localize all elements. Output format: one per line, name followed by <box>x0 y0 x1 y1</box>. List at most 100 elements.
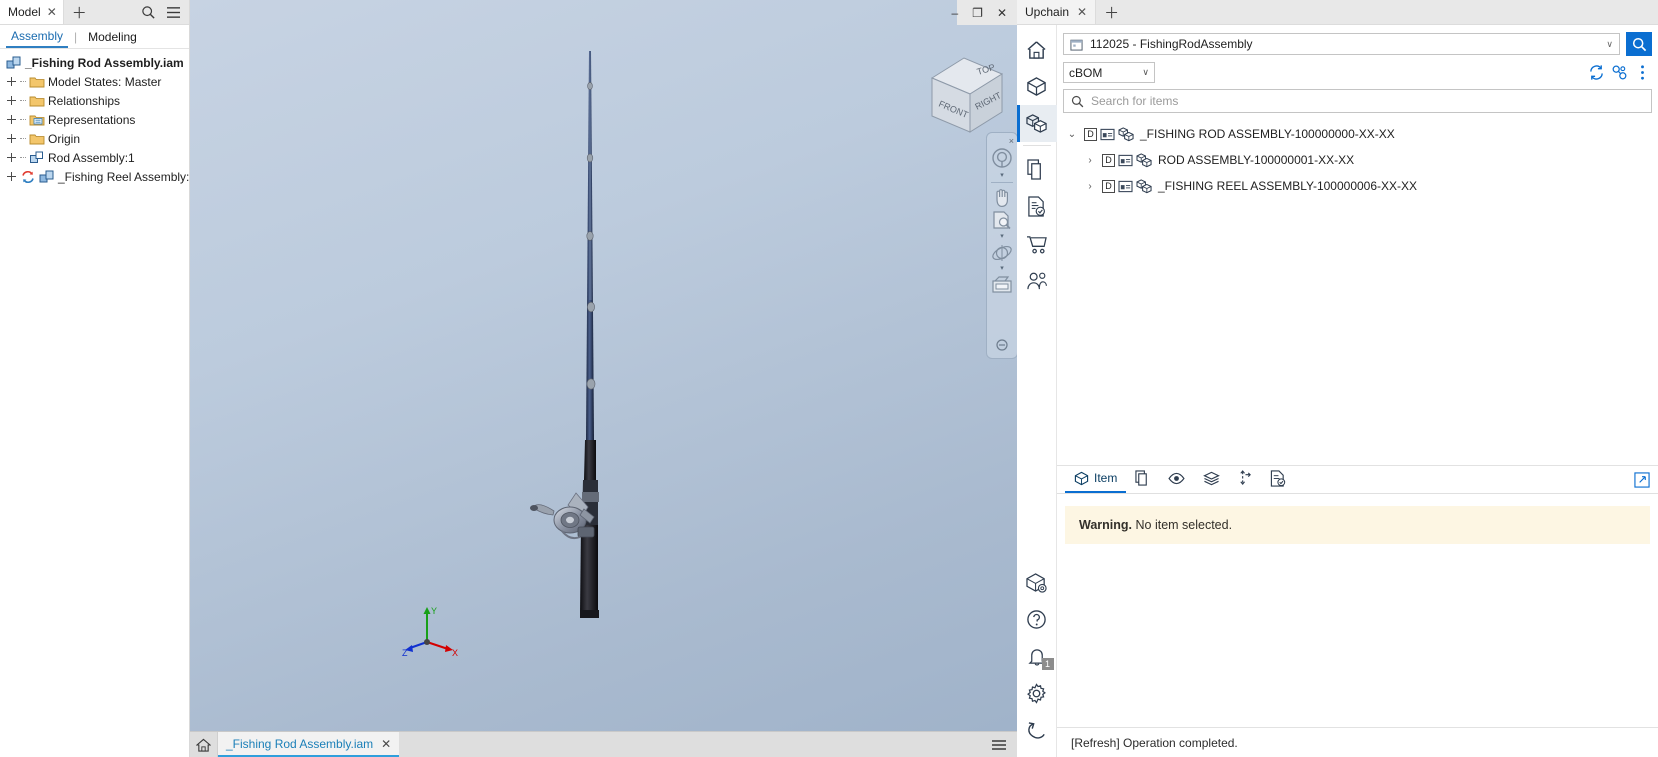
chevron-down-icon[interactable]: ⌄ <box>1065 129 1079 140</box>
document-tab-active[interactable]: _Fishing Rod Assembly.iam ✕ <box>218 732 400 757</box>
assembly-icon <box>6 56 21 68</box>
document-tabs-menu[interactable] <box>991 732 1017 757</box>
tree-node-model-states[interactable]: Model States: Master <box>0 72 189 91</box>
rail-notifications-icon[interactable]: 1 <box>1017 638 1057 675</box>
close-icon[interactable]: ✕ <box>47 5 57 19</box>
rail-cube-settings-icon[interactable] <box>1017 564 1057 601</box>
detail-tab-item[interactable]: Item <box>1065 467 1127 493</box>
tree-node-fishing-reel-assembly[interactable]: _Fishing Reel Assembly:1 <box>0 167 196 186</box>
rail-help-icon[interactable] <box>1017 601 1057 638</box>
refresh-icon[interactable] <box>1587 63 1606 82</box>
rail-cube-icon[interactable] <box>1017 68 1057 105</box>
bom-row-label: _FISHING ROD ASSEMBLY-100000000-XX-XX <box>1140 127 1395 141</box>
new-tab-button[interactable]: ＋ <box>1096 0 1127 24</box>
rail-cart-icon[interactable] <box>1017 225 1057 262</box>
rail-copy-documents-icon[interactable] <box>1017 151 1057 188</box>
detail-tab-documents[interactable] <box>1126 466 1159 493</box>
upchain-panel: Upchain ✕ ＋ 1 112025 - FishingRodAssembl… <box>1016 0 1658 757</box>
warning-text: No item selected. <box>1132 518 1233 532</box>
project-combobox[interactable]: 112025 - FishingRodAssembly ∨ <box>1063 33 1620 55</box>
expander-icon[interactable] <box>6 171 17 182</box>
expander-icon[interactable] <box>6 76 17 87</box>
rail-home-icon[interactable] <box>1017 31 1057 68</box>
tree-node-relationships[interactable]: Relationships <box>0 91 189 110</box>
subtab-modeling[interactable]: Modeling <box>83 27 142 47</box>
restore-icon[interactable]: ❐ <box>972 7 983 19</box>
browser-tab-model[interactable]: Model ✕ <box>0 0 64 24</box>
chevron-down-icon[interactable]: ∨ <box>1606 39 1613 50</box>
tree-node-rod-assembly[interactable]: Rod Assembly:1 <box>0 148 189 167</box>
chevron-down-icon[interactable]: ∨ <box>1142 67 1149 78</box>
expander-icon[interactable] <box>6 95 17 106</box>
bom-row-child[interactable]: › D _FISHING REEL ASSEMBLY-100000006-XX-… <box>1057 173 1658 199</box>
upchain-tabbar: Upchain ✕ ＋ <box>1017 0 1658 25</box>
browser-tabbar-actions <box>141 0 189 24</box>
bom-row-label: ROD ASSEMBLY-100000001-XX-XX <box>1158 153 1355 167</box>
bom-view-value: cBOM <box>1069 65 1103 80</box>
axis-indicator: Y X Z <box>402 606 458 656</box>
expander-icon[interactable] <box>6 133 17 144</box>
detail-tab-label: Item <box>1094 471 1118 485</box>
cube-icon <box>1074 471 1089 485</box>
expander-icon[interactable] <box>6 152 17 163</box>
inventor-window-buttons: – ❐ ✕ <box>951 0 1017 25</box>
bom-view-row: cBOM ∨ <box>1057 56 1658 83</box>
detail-tab-document-check[interactable] <box>1261 466 1295 494</box>
rail-users-icon[interactable] <box>1017 262 1057 299</box>
expander-icon[interactable] <box>6 114 17 125</box>
close-icon[interactable]: ✕ <box>1077 5 1087 19</box>
search-input-box[interactable] <box>1063 89 1652 113</box>
detail-tab-viewer[interactable] <box>1159 468 1194 492</box>
project-selector-row: 112025 - FishingRodAssembly ∨ <box>1057 25 1658 56</box>
search-input[interactable] <box>1091 94 1644 108</box>
chevron-right-icon[interactable]: › <box>1083 181 1097 192</box>
layers-icon <box>1203 471 1221 485</box>
subassembly-icon <box>30 151 43 163</box>
inventor-3d-viewport[interactable]: – ❐ ✕ TOP FRONT RIGHT × ▾ ▾ ▾ Y X Z _Fis… <box>190 0 1017 757</box>
minimize-icon[interactable]: – <box>951 7 958 19</box>
tree-node-representations[interactable]: Representations <box>0 110 189 129</box>
search-icon[interactable] <box>141 5 156 20</box>
project-search-button[interactable] <box>1626 32 1652 56</box>
rail-undo-arrow-icon[interactable] <box>1017 712 1057 749</box>
drawing-badge-icon: D <box>1084 127 1097 141</box>
close-icon[interactable]: ✕ <box>381 737 391 751</box>
detail-tab-layers[interactable] <box>1194 467 1229 493</box>
bom-row-icons: D <box>1102 152 1153 168</box>
hamburger-icon[interactable] <box>166 6 181 19</box>
bom-toolbar <box>1587 63 1652 82</box>
bom-row-child[interactable]: › D ROD ASSEMBLY-100000001-XX-XX <box>1057 147 1658 173</box>
item-detail-pane: Item Warning. No item selected. <box>1057 465 1658 727</box>
rail-settings-gear-icon[interactable] <box>1017 675 1057 712</box>
bom-row-root[interactable]: ⌄ D _FISHING ROD ASSEMBLY-100000000-XX-X… <box>1057 121 1658 147</box>
tree-node-label: Relationships <box>48 93 121 108</box>
bom-row-label: _FISHING REEL ASSEMBLY-100000006-XX-XX <box>1158 179 1418 193</box>
chevron-right-icon[interactable]: › <box>1083 155 1097 166</box>
status-message: [Refresh] Operation completed. <box>1071 735 1238 750</box>
upchain-tab[interactable]: Upchain ✕ <box>1017 0 1097 24</box>
tree-connector <box>20 138 26 139</box>
close-icon[interactable]: ✕ <box>997 7 1007 19</box>
where-used-icon <box>1240 470 1252 485</box>
home-icon[interactable] <box>190 732 218 757</box>
subtab-assembly[interactable]: Assembly <box>6 26 69 48</box>
tree-node-label: _Fishing Reel Assembly:1 <box>58 169 197 184</box>
bom-view-select[interactable]: cBOM ∨ <box>1063 62 1155 83</box>
compare-icon[interactable] <box>1610 63 1629 82</box>
upchain-main: 112025 - FishingRodAssembly ∨ cBOM ∨ Sea… <box>1057 25 1658 757</box>
tree-node-origin[interactable]: Origin <box>0 129 189 148</box>
folder-rep-icon <box>29 115 45 125</box>
calendar-icon <box>1070 39 1083 51</box>
more-vertical-icon[interactable] <box>1633 63 1652 82</box>
drawing-badge-icon: D <box>1102 153 1115 167</box>
subtab-separator: | <box>74 29 78 44</box>
detail-expand-button[interactable] <box>1634 471 1650 488</box>
detail-tab-where-used[interactable] <box>1229 466 1261 493</box>
assembly-cubes-icon <box>1118 126 1134 141</box>
rail-document-check-icon[interactable] <box>1017 188 1057 225</box>
tree-node-root[interactable]: _Fishing Rod Assembly.iam <box>0 53 189 72</box>
tree-node-label: _Fishing Rod Assembly.iam <box>25 55 184 70</box>
rail-assembly-cubes-icon[interactable] <box>1016 105 1057 142</box>
browser-tab-label: Model <box>8 5 41 19</box>
new-tab-button[interactable]: ＋ <box>64 0 95 24</box>
